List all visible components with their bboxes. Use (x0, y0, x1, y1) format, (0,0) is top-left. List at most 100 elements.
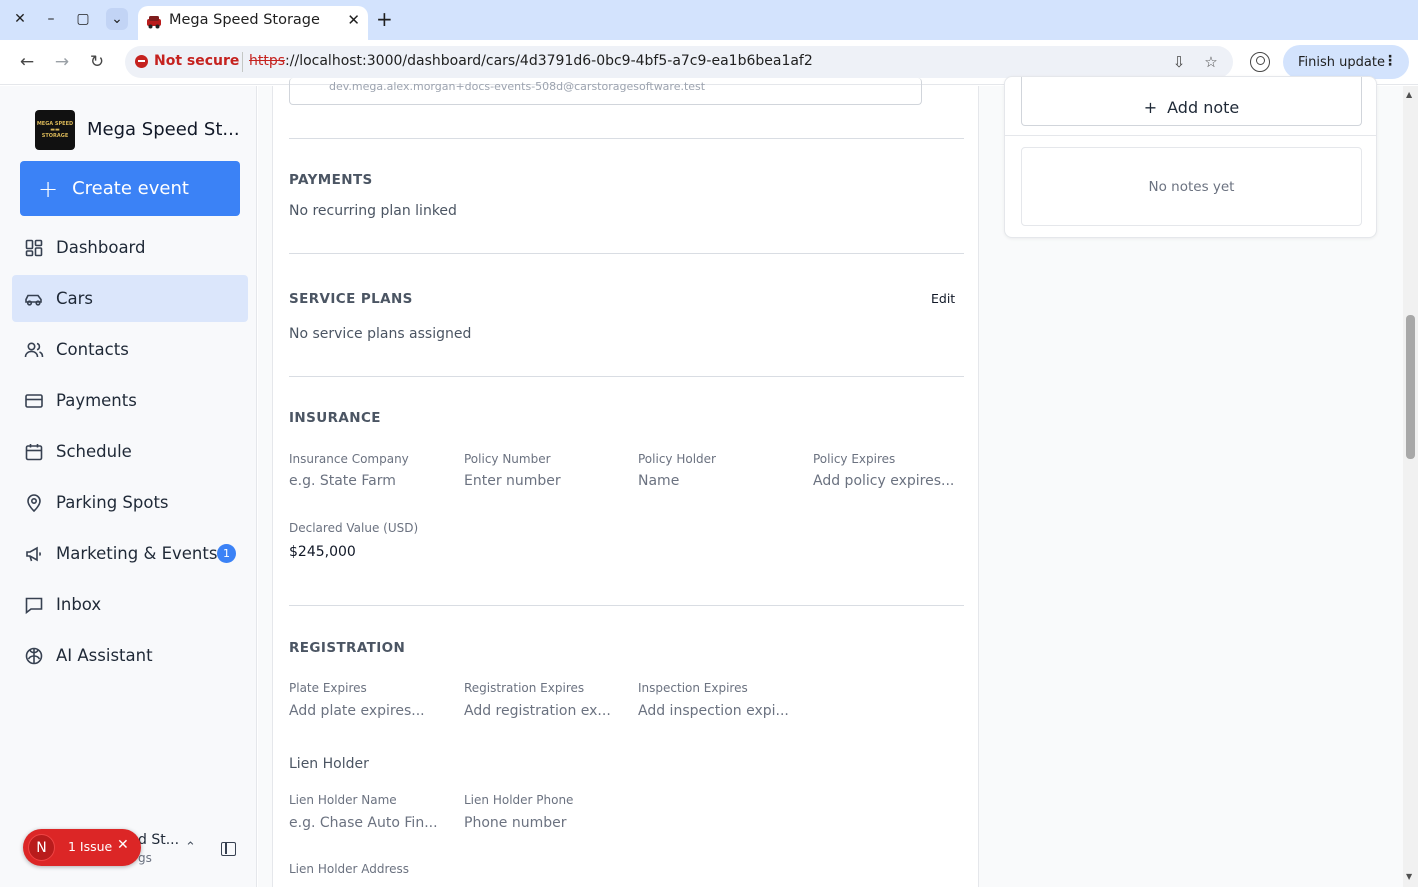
sidebar-item-parking-spots[interactable]: Parking Spots (12, 479, 248, 526)
sidebar-item-label: Marketing & Events (56, 544, 218, 563)
security-indicator[interactable]: Not secure (135, 53, 239, 69)
minimize-window-icon[interactable]: – (40, 8, 62, 30)
inspection-expires-field[interactable]: Add inspection expi... (638, 703, 789, 719)
brain-icon (25, 647, 43, 664)
divider (289, 605, 964, 606)
notification-badge: 1 (217, 544, 236, 563)
account-name[interactable]: d St... (138, 832, 179, 848)
sidebar-item-ai-assistant[interactable]: AI Assistant (12, 632, 248, 679)
map-pin-icon (27, 493, 41, 512)
bookmark-star-icon[interactable]: ☆ (1202, 53, 1220, 71)
address-bar[interactable]: Not secure https://localhost:3000/dashbo… (125, 46, 1233, 78)
maximize-window-icon[interactable]: ▢ (72, 8, 94, 30)
declared-value-label: Declared Value (USD) (289, 521, 419, 535)
registration-expires-field[interactable]: Add registration ex... (464, 703, 611, 719)
registration-expires-label: Registration Expires (464, 681, 585, 695)
empty-notes-state: No notes yet (1021, 147, 1362, 226)
url-separator (242, 52, 243, 72)
sidebar-item-inbox[interactable]: Inbox (12, 581, 248, 628)
close-window-icon[interactable]: ✕ (9, 8, 31, 30)
divider (289, 376, 964, 377)
policy-expires-label: Policy Expires (813, 452, 896, 466)
chevron-up-icon[interactable]: ⌃ (185, 840, 196, 855)
not-secure-icon (135, 54, 148, 68)
sidebar-item-marketing-events[interactable]: Marketing & Events 1 (12, 530, 248, 577)
sidebar-item-label: Parking Spots (56, 493, 169, 512)
sidebar-toggle-icon[interactable] (221, 842, 236, 856)
sidebar-item-schedule[interactable]: Schedule (12, 428, 248, 475)
sidebar-item-label: Payments (56, 391, 137, 410)
insurance-company-field[interactable]: e.g. State Farm (289, 473, 396, 489)
brand-name[interactable]: Mega Speed St... (87, 119, 240, 140)
tab-search-chevron-icon[interactable]: ⌄ (106, 8, 128, 30)
close-icon[interactable]: ✕ (117, 837, 129, 853)
create-event-button[interactable]: + Create event (20, 161, 240, 216)
service-plans-text: No service plans assigned (289, 326, 472, 342)
registration-title: REGISTRATION (289, 640, 406, 656)
car-details-card: dev.mega.alex.morgan+docs-events-508d@ca… (272, 78, 979, 887)
add-note-label: Add note (1167, 97, 1240, 117)
service-plans-title: SERVICE PLANS (289, 291, 413, 307)
finish-update-button[interactable]: Finish update ⋮ (1283, 45, 1409, 79)
sidebar-item-label: Cars (56, 289, 94, 308)
policy-holder-label: Policy Holder (638, 452, 716, 466)
sidebar-item-label: Inbox (56, 595, 102, 614)
sidebar-item-dashboard[interactable]: Dashboard (12, 224, 248, 271)
url-path: ://localhost:3000/dashboard/cars/4d3791d… (285, 53, 813, 69)
profile-icon[interactable] (1250, 52, 1270, 72)
install-app-icon[interactable]: ⇩ (1170, 53, 1188, 71)
scroll-up-arrow-icon[interactable]: ▲ (1406, 90, 1412, 99)
scroll-down-arrow-icon[interactable]: ▼ (1406, 872, 1412, 881)
megaphone-icon (26, 546, 41, 561)
tab-title: Mega Speed Storage (169, 12, 320, 28)
lien-holder-address-label: Lien Holder Address (289, 862, 410, 876)
more-vert-icon[interactable]: ⋮ (1383, 53, 1397, 69)
policy-number-field[interactable]: Enter number (464, 473, 561, 489)
notes-card: + Add note No notes yet (1004, 76, 1377, 238)
payments-title: PAYMENTS (289, 172, 373, 188)
lien-holder-phone-label: Lien Holder Phone (464, 793, 574, 807)
plate-expires-label: Plate Expires (289, 681, 367, 695)
sidebar-item-cars[interactable]: Cars (12, 275, 248, 322)
tab-close-icon[interactable]: ✕ (347, 11, 360, 29)
add-note-button[interactable]: + Add note (1021, 77, 1362, 126)
lien-holder-name-field[interactable]: e.g. Chase Auto Fin... (289, 815, 438, 831)
inspection-expires-label: Inspection Expires (638, 681, 748, 695)
policy-number-label: Policy Number (464, 452, 551, 466)
new-tab-icon[interactable]: + (376, 7, 393, 31)
finish-update-label: Finish update (1298, 54, 1385, 70)
scrollbar-thumb[interactable] (1406, 315, 1415, 459)
policy-expires-field[interactable]: Add policy expires... (813, 473, 954, 489)
payments-text: No recurring plan linked (289, 203, 457, 219)
divider (289, 138, 964, 139)
lien-holder-phone-field[interactable]: Phone number (464, 815, 566, 831)
security-label: Not secure (154, 53, 240, 69)
dashboard-icon (25, 239, 43, 256)
forward-arrow-icon[interactable]: → (52, 52, 72, 72)
plus-icon: + (1143, 97, 1158, 117)
reload-icon[interactable]: ↻ (87, 52, 107, 72)
browser-tab[interactable]: Mega Speed Storage ✕ (138, 6, 368, 40)
divider (1005, 135, 1376, 136)
declared-value-field[interactable]: $245,000 (289, 544, 356, 560)
browser-titlebar: ✕ – ▢ ⌄ Mega Speed Storage ✕ + (0, 0, 1418, 40)
policy-holder-field[interactable]: Name (638, 473, 679, 489)
sidebar: MEGA SPEED ▬▬ STORAGE Mega Speed St... + C… (0, 86, 257, 887)
sidebar-item-contacts[interactable]: Contacts (12, 326, 248, 373)
url-scheme: https (249, 53, 286, 69)
car-favicon-icon (147, 16, 161, 29)
brand-logo[interactable]: MEGA SPEED ▬▬ STORAGE (35, 110, 75, 150)
car-icon (25, 294, 42, 306)
email-partial-text: dev.mega.alex.morgan+docs-events-508d@ca… (329, 80, 706, 93)
page-scrollbar[interactable]: ▲ ▼ (1403, 86, 1418, 887)
credit-card-icon (25, 393, 43, 408)
back-arrow-icon[interactable]: ← (17, 52, 37, 72)
sidebar-item-payments[interactable]: Payments (12, 377, 248, 424)
edit-service-plans-button[interactable]: Edit (931, 291, 955, 306)
calendar-icon (25, 443, 43, 460)
logo-text: MEGA SPEED ▬▬ STORAGE (36, 121, 74, 139)
url-text[interactable]: https://localhost:3000/dashboard/cars/4d… (249, 53, 813, 69)
plate-expires-field[interactable]: Add plate expires... (289, 703, 425, 719)
insurance-company-label: Insurance Company (289, 452, 409, 466)
issues-indicator[interactable]: N 1 Issue ✕ (23, 829, 141, 866)
